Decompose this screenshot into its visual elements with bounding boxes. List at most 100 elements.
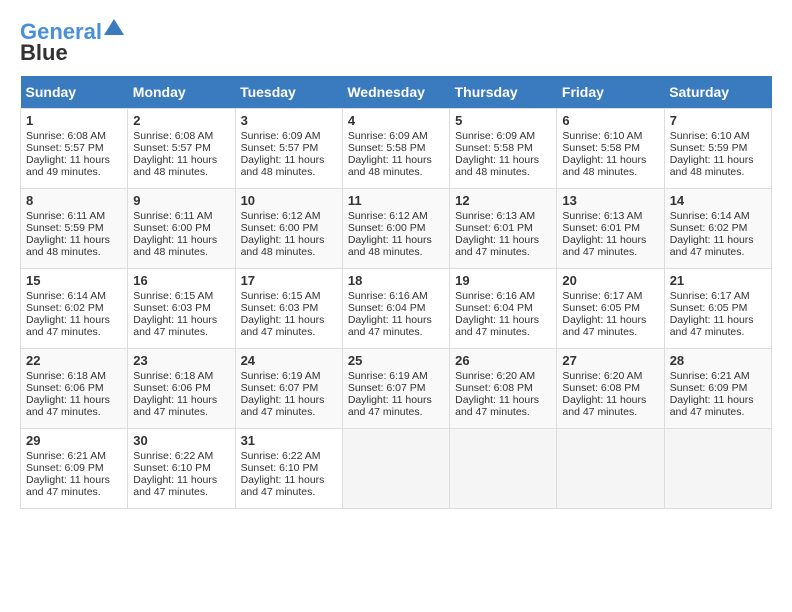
calendar-cell: 14Sunrise: 6:14 AMSunset: 6:02 PMDayligh…: [664, 189, 771, 269]
calendar-cell: 30 Sunrise: 6:22 AMSunset: 6:10 PMDayligh…: [128, 429, 235, 509]
day-number: 8: [26, 193, 122, 208]
calendar-cell: 17Sunrise: 6:15 AMSunset: 6:03 PMDayligh…: [235, 269, 342, 349]
day-number: 15: [26, 273, 122, 288]
daylight: Daylight: 11 hours and 47 minutes.: [455, 234, 539, 258]
daylight: Daylight: 11 hours and 48 minutes.: [348, 234, 432, 258]
calendar-cell: 2Sunrise: 6:08 AMSunset: 5:57 PMDaylight…: [128, 109, 235, 189]
day-number: 7: [670, 113, 766, 128]
daylight: Daylight: 11 hours and 47 minutes.: [133, 474, 217, 498]
sunset: Sunset: 6:06 PM: [133, 382, 211, 394]
daylight: Daylight: 11 hours and 47 minutes.: [241, 394, 325, 418]
calendar-week-row: 1Sunrise: 6:08 AMSunset: 5:57 PMDaylight…: [21, 109, 772, 189]
day-number: 17: [241, 273, 337, 288]
sunset: Sunset: 5:58 PM: [562, 142, 640, 154]
sunrise: Sunrise: 6:10 AM: [562, 130, 642, 142]
sunset: Sunset: 6:03 PM: [241, 302, 319, 314]
daylight: Daylight: 11 hours and 48 minutes.: [348, 154, 432, 178]
sunrise: Sunrise: 6:16 AM: [348, 290, 428, 302]
calendar-cell: 27Sunrise: 6:20 AMSunset: 6:08 PMDayligh…: [557, 349, 664, 429]
day-header: Tuesday: [235, 76, 342, 109]
sunset: Sunset: 6:01 PM: [562, 222, 640, 234]
sunrise: Sunrise: 6:13 AM: [562, 210, 642, 222]
sunrise: Sunrise: 6:09 AM: [455, 130, 535, 142]
day-number: 4: [348, 113, 444, 128]
day-header: Sunday: [21, 76, 128, 109]
daylight: Daylight: 11 hours and 47 minutes.: [241, 474, 325, 498]
sunset: Sunset: 6:07 PM: [241, 382, 319, 394]
sunset: Sunset: 5:57 PM: [26, 142, 104, 154]
day-number: 20: [562, 273, 658, 288]
calendar-cell: 3Sunrise: 6:09 AMSunset: 5:57 PMDaylight…: [235, 109, 342, 189]
sunrise: Sunrise: 6:21 AM: [26, 450, 106, 462]
sunset: Sunset: 5:59 PM: [26, 222, 104, 234]
sunrise: Sunrise: 6:22 AM: [241, 450, 321, 462]
sunrise: Sunrise: 6:10 AM: [670, 130, 750, 142]
calendar-cell: 18Sunrise: 6:16 AMSunset: 6:04 PMDayligh…: [342, 269, 449, 349]
daylight: Daylight: 11 hours and 48 minutes.: [241, 154, 325, 178]
sunrise: Sunrise: 6:22 AM: [133, 450, 213, 462]
sunrise: Sunrise: 6:09 AM: [241, 130, 321, 142]
logo-icon: [104, 17, 124, 37]
daylight: Daylight: 11 hours and 48 minutes.: [133, 234, 217, 258]
sunset: Sunset: 5:58 PM: [348, 142, 426, 154]
sunset: Sunset: 6:00 PM: [241, 222, 319, 234]
calendar-header-row: SundayMondayTuesdayWednesdayThursdayFrid…: [21, 76, 772, 109]
day-number: 5: [455, 113, 551, 128]
sunrise: Sunrise: 6:21 AM: [670, 370, 750, 382]
calendar-cell: 22Sunrise: 6:18 AMSunset: 6:06 PMDayligh…: [21, 349, 128, 429]
daylight: Daylight: 11 hours and 47 minutes.: [241, 314, 325, 338]
day-number: 29: [26, 433, 122, 448]
sunset: Sunset: 6:02 PM: [26, 302, 104, 314]
calendar-cell: 9Sunrise: 6:11 AMSunset: 6:00 PMDaylight…: [128, 189, 235, 269]
sunset: Sunset: 6:02 PM: [670, 222, 748, 234]
sunset: Sunset: 5:57 PM: [133, 142, 211, 154]
daylight: Daylight: 11 hours and 47 minutes.: [133, 314, 217, 338]
sunrise: Sunrise: 6:19 AM: [348, 370, 428, 382]
sunset: Sunset: 6:03 PM: [133, 302, 211, 314]
calendar-cell: [664, 429, 771, 509]
calendar-cell: 7Sunrise: 6:10 AMSunset: 5:59 PMDaylight…: [664, 109, 771, 189]
day-number: 23: [133, 353, 229, 368]
calendar-cell: [342, 429, 449, 509]
day-number: 14: [670, 193, 766, 208]
sunset: Sunset: 6:06 PM: [26, 382, 104, 394]
calendar-cell: 23Sunrise: 6:18 AMSunset: 6:06 PMDayligh…: [128, 349, 235, 429]
day-number: 16: [133, 273, 229, 288]
sunrise: Sunrise: 6:15 AM: [133, 290, 213, 302]
day-header: Thursday: [450, 76, 557, 109]
daylight: Daylight: 11 hours and 47 minutes.: [348, 394, 432, 418]
calendar-cell: 15Sunrise: 6:14 AMSunset: 6:02 PMDayligh…: [21, 269, 128, 349]
day-number: 19: [455, 273, 551, 288]
day-number: 9: [133, 193, 229, 208]
calendar-week-row: 8Sunrise: 6:11 AMSunset: 5:59 PMDaylight…: [21, 189, 772, 269]
day-number: 12: [455, 193, 551, 208]
calendar-week-row: 29Sunrise: 6:21 AMSunset: 6:09 PMDayligh…: [21, 429, 772, 509]
sunset: Sunset: 6:00 PM: [133, 222, 211, 234]
day-number: 25: [348, 353, 444, 368]
calendar-cell: 19Sunrise: 6:16 AMSunset: 6:04 PMDayligh…: [450, 269, 557, 349]
sunrise: Sunrise: 6:12 AM: [348, 210, 428, 222]
sunset: Sunset: 6:05 PM: [670, 302, 748, 314]
sunset: Sunset: 6:10 PM: [133, 462, 211, 474]
sunset: Sunset: 5:59 PM: [670, 142, 748, 154]
daylight: Daylight: 11 hours and 47 minutes.: [26, 394, 110, 418]
day-number: 18: [348, 273, 444, 288]
calendar-body: 1Sunrise: 6:08 AMSunset: 5:57 PMDaylight…: [21, 109, 772, 509]
page-header: General Blue: [20, 20, 772, 66]
sunrise: Sunrise: 6:18 AM: [133, 370, 213, 382]
sunrise: Sunrise: 6:14 AM: [26, 290, 106, 302]
sunrise: Sunrise: 6:19 AM: [241, 370, 321, 382]
sunset: Sunset: 6:08 PM: [562, 382, 640, 394]
calendar-cell: 12Sunrise: 6:13 AMSunset: 6:01 PMDayligh…: [450, 189, 557, 269]
sunset: Sunset: 6:09 PM: [670, 382, 748, 394]
calendar-cell: 26Sunrise: 6:20 AMSunset: 6:08 PMDayligh…: [450, 349, 557, 429]
day-number: 30: [133, 433, 229, 448]
calendar-table: SundayMondayTuesdayWednesdayThursdayFrid…: [20, 76, 772, 509]
daylight: Daylight: 11 hours and 47 minutes.: [562, 234, 646, 258]
sunset: Sunset: 5:57 PM: [241, 142, 319, 154]
daylight: Daylight: 11 hours and 47 minutes.: [455, 394, 539, 418]
day-number: 22: [26, 353, 122, 368]
sunrise: Sunrise: 6:17 AM: [562, 290, 642, 302]
calendar-cell: [557, 429, 664, 509]
calendar-cell: 29Sunrise: 6:21 AMSunset: 6:09 PMDayligh…: [21, 429, 128, 509]
